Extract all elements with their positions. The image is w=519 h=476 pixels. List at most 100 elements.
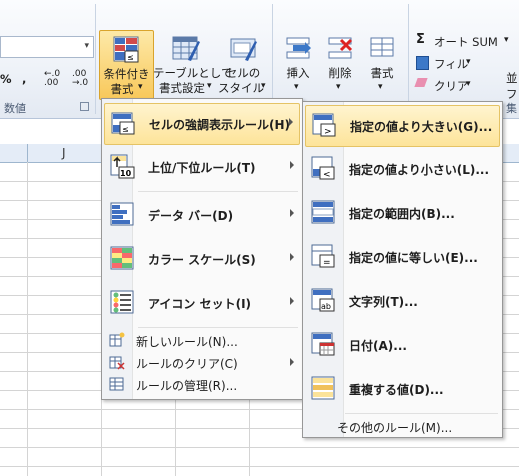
menu-item-new-rule[interactable]: 新しいルール(N)... <box>104 330 300 350</box>
submenu-arrow-icon <box>289 118 293 126</box>
editing-group-label: 集 <box>506 102 517 115</box>
menu-item-between[interactable]: 指定の範囲内(B)... <box>305 193 500 233</box>
menu-separator <box>138 327 298 328</box>
between-icon <box>311 200 335 224</box>
submenu-arrow-icon <box>290 358 294 366</box>
conditional-formatting-menu: ≤ セルの強調表示ルール(H) 10 上位/下位ルール(T) データ バー(D) <box>101 98 303 400</box>
menu-item-label: その他のルール(M)... <box>337 421 453 435</box>
date-occurring-icon <box>311 332 335 356</box>
menu-item-label: 指定の範囲内(B)... <box>349 207 455 221</box>
conditional-formatting-icon: ≤ <box>113 36 139 63</box>
menu-item-data-bars[interactable]: データ バー(D) <box>104 195 300 235</box>
cell-styles-button[interactable]: セルの スタイル ▾ <box>218 30 268 98</box>
menu-item-text-contains[interactable]: ab 文字列(T)... <box>305 281 500 321</box>
menu-item-label: 指定の値より小さい(L)... <box>349 163 490 177</box>
insert-label: 挿入 <box>286 66 310 80</box>
equal-to-icon: = <box>311 244 335 268</box>
insert-cells-icon <box>286 37 311 59</box>
format-as-table-label1: テーブルとして <box>153 66 233 80</box>
menu-item-top-bottom-rules[interactable]: 10 上位/下位ルール(T) <box>104 147 300 187</box>
submenu-arrow-icon <box>290 209 294 217</box>
conditional-formatting-label1: 条件付き <box>103 67 150 81</box>
chevron-down-icon: ▾ <box>378 82 383 92</box>
conditional-formatting-button[interactable]: ≤ 条件付き 書式 ▾ <box>99 30 154 100</box>
menu-item-label: 日付(A)... <box>349 339 407 353</box>
delete-cells-icon <box>328 37 353 59</box>
fill-down-icon <box>416 56 429 70</box>
svg-text:=: = <box>323 258 331 268</box>
menu-item-clear-rules[interactable]: ルールのクリア(C) <box>104 352 300 372</box>
chevron-down-icon: ▾ <box>261 81 266 91</box>
menu-item-more-rules[interactable]: その他のルール(M)... <box>305 416 500 436</box>
number-format-combo[interactable]: ▾ <box>0 36 94 58</box>
svg-text:>: > <box>324 127 332 137</box>
percent-style-button[interactable]: % <box>0 72 12 86</box>
decrease-decimal-button[interactable]: .00 →.0 <box>72 70 94 88</box>
format-cells-icon <box>370 37 394 57</box>
format-as-table-button[interactable]: テーブルとして 書式設定 ▾ <box>153 30 233 98</box>
comma-style-button[interactable]: , <box>22 72 26 86</box>
cell-styles-label1: セルの <box>225 66 261 80</box>
menu-item-label: データ バー(D) <box>148 209 234 223</box>
menu-item-highlight-cells-rules[interactable]: ≤ セルの強調表示ルール(H) <box>104 103 300 145</box>
submenu-arrow-icon <box>290 161 294 169</box>
duplicate-values-icon <box>311 376 335 400</box>
submenu-arrow-icon <box>290 297 294 305</box>
menu-item-label: セルの強調表示ルール(H) <box>149 118 291 132</box>
menu-item-duplicate-values[interactable]: 重複する値(D)... <box>305 369 500 409</box>
delete-button[interactable]: 削除 ▾ <box>320 30 360 98</box>
format-cells-button[interactable]: 書式 ▾ <box>362 30 402 98</box>
increase-decimal-button[interactable]: ←.0 .00 <box>44 70 66 88</box>
sigma-icon: Σ <box>416 32 425 47</box>
sort-filter-button-label1[interactable]: 並 <box>506 70 518 86</box>
insert-button[interactable]: 挿入 ▾ <box>278 30 318 98</box>
color-scales-icon <box>110 246 134 270</box>
menu-item-label: アイコン セット(I) <box>148 297 252 311</box>
menu-item-label: 新しいルール(N)... <box>136 335 238 349</box>
svg-text:10: 10 <box>120 169 132 178</box>
menu-item-label: 重複する値(D)... <box>349 383 444 397</box>
cell-styles-label2: スタイル <box>218 81 264 95</box>
highlight-cells-rules-icon: ≤ <box>111 112 135 135</box>
dialog-launcher-icon[interactable] <box>80 102 89 111</box>
svg-text:≤: ≤ <box>127 53 134 62</box>
cell-styles-icon <box>230 38 257 61</box>
menu-item-label: 指定の値より大きい(G)... <box>350 120 493 134</box>
menu-item-manage-rules[interactable]: ルールの管理(R)... <box>104 374 300 394</box>
autosum-button[interactable]: Σ オート SUM ▾ <box>414 32 510 50</box>
chevron-down-icon: ▾ <box>466 57 471 67</box>
menu-item-label: 上位/下位ルール(T) <box>148 161 256 175</box>
fill-label: フィル <box>434 57 469 71</box>
highlight-cells-rules-submenu: > 指定の値より大きい(G)... < 指定の値より小さい(L)... 指定の範… <box>302 101 503 438</box>
greater-than-icon: > <box>312 113 336 137</box>
svg-text:≤: ≤ <box>122 125 129 134</box>
menu-item-date-occurring[interactable]: 日付(A)... <box>305 325 500 365</box>
menu-item-icon-sets[interactable]: アイコン セット(I) <box>104 283 300 323</box>
format-as-table-icon <box>172 36 200 61</box>
menu-separator <box>345 413 498 414</box>
autosum-label: オート SUM <box>434 35 498 49</box>
gridline <box>0 447 519 448</box>
menu-item-label: ルールの管理(R)... <box>136 379 238 393</box>
icon-sets-icon <box>110 290 134 314</box>
chevron-down-icon: ▾ <box>84 41 89 51</box>
svg-text:<: < <box>323 170 331 180</box>
menu-item-label: カラー スケール(S) <box>148 253 256 267</box>
fill-button[interactable]: フィル ▾ <box>414 54 474 72</box>
submenu-arrow-icon <box>290 253 294 261</box>
menu-item-color-scales[interactable]: カラー スケール(S) <box>104 239 300 279</box>
text-contains-icon: ab <box>311 288 335 312</box>
conditional-formatting-label2: 書式 <box>110 82 134 96</box>
format-as-table-label2: 書式設定 <box>159 81 205 95</box>
chevron-down-icon: ▾ <box>336 82 341 92</box>
clear-button[interactable]: クリア ▾ <box>414 76 474 94</box>
new-rule-icon <box>109 332 125 347</box>
column-header-j[interactable]: J <box>62 146 66 160</box>
clear-label: クリア <box>434 79 469 93</box>
clear-rules-icon <box>109 356 125 370</box>
menu-item-greater-than[interactable]: > 指定の値より大きい(G)... <box>305 105 500 147</box>
menu-item-equal-to[interactable]: = 指定の値に等しい(E)... <box>305 237 500 277</box>
chevron-down-icon: ▾ <box>138 82 143 92</box>
delete-label: 削除 <box>328 66 352 80</box>
menu-item-less-than[interactable]: < 指定の値より小さい(L)... <box>305 149 500 189</box>
